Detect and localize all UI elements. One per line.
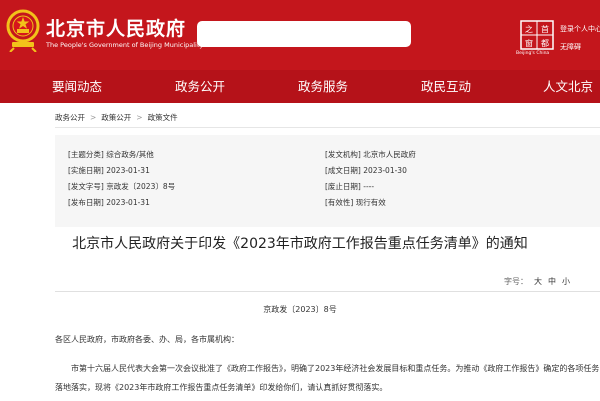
meta-issuer: [发文机构] 北京市人民政府: [325, 150, 416, 159]
site-subtitle: The People's Government of Beijing Munic…: [46, 41, 204, 49]
meta-subject: [主题分类] 综合政务/其他: [68, 150, 154, 159]
meta-abolish-date: [废止日期] ----: [325, 182, 375, 191]
capital-window-logo-icon[interactable]: 之 首 窗 都: [520, 20, 554, 50]
document-number: 京政发〔2023〕8号: [263, 305, 337, 314]
site-header: 北京市人民政府 The People's Government of Beiji…: [0, 0, 600, 70]
document-metadata: [主题分类] 综合政务/其他 [发文机构] 北京市人民政府 [实施日期] 202…: [55, 135, 600, 227]
meta-validity: [有效性] 现行有效: [325, 198, 386, 207]
search-input[interactable]: [197, 21, 411, 47]
meta-publish-date: [发布日期] 2023-01-31: [68, 198, 150, 207]
font-size-small-option[interactable]: 小: [562, 277, 570, 286]
nav-item-culture[interactable]: 人文北京: [543, 70, 593, 103]
svg-text:之: 之: [525, 24, 533, 34]
nav-item-services[interactable]: 政务服务: [298, 70, 348, 103]
main-nav: 要闻动态 政务公开 政务服务 政民互动 人文北京: [0, 70, 600, 103]
divider: [55, 291, 600, 292]
site-title[interactable]: 北京市人民政府: [46, 14, 186, 41]
breadcrumb-item[interactable]: 政策文件: [148, 113, 178, 122]
font-size-switcher: 字号： 大中小: [504, 276, 570, 287]
document-salutation: 各区人民政府，市政府各委、办、局，各市属机构：: [55, 335, 239, 344]
nav-item-gov-affairs[interactable]: 政务公开: [175, 70, 225, 103]
svg-text:首: 首: [541, 24, 549, 34]
document-paragraph: 市第十六届人民代表大会第一次会议批准了《政府工作报告》，明确了2023年经济社会…: [55, 364, 600, 392]
font-size-large-option[interactable]: 大: [534, 277, 542, 286]
logo-caption: Beijing's China: [516, 51, 550, 56]
document-title: 北京市人民政府关于印发《2023年市政府工作报告重点任务清单》的通知: [72, 236, 528, 252]
breadcrumb-separator: >: [90, 113, 97, 122]
meta-effective-date: [实施日期] 2023-01-31: [68, 166, 150, 175]
svg-text:窗: 窗: [525, 38, 533, 48]
top-links: 登录个人中心 无障碍: [560, 20, 600, 56]
meta-written-date: [成文日期] 2023-01-30: [325, 166, 407, 175]
login-link[interactable]: 登录个人中心: [560, 20, 600, 38]
nav-item-news[interactable]: 要闻动态: [52, 70, 102, 103]
divider: [55, 127, 600, 128]
nav-item-interaction[interactable]: 政民互动: [421, 70, 471, 103]
accessibility-link[interactable]: 无障碍: [560, 38, 600, 56]
breadcrumb-item[interactable]: 政务公开: [55, 113, 85, 122]
font-size-medium-option[interactable]: 中: [548, 277, 556, 286]
breadcrumb-separator: >: [136, 113, 143, 122]
svg-text:都: 都: [541, 39, 549, 48]
font-size-label: 字号：: [504, 277, 528, 286]
national-emblem-icon: [6, 9, 40, 52]
breadcrumb-item[interactable]: 政策公开: [101, 113, 131, 122]
meta-doc-number: [发文字号] 京政发〔2023〕8号: [68, 182, 176, 191]
breadcrumb: 政务公开 > 政策公开 > 政策文件: [55, 112, 178, 123]
